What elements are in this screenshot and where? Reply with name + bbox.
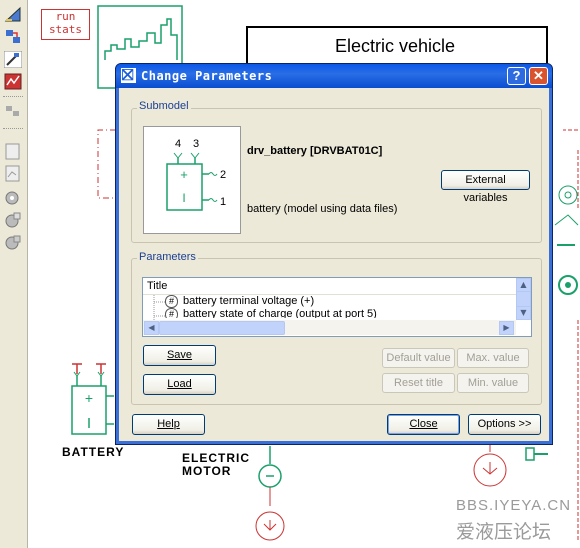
scroll-up-icon[interactable]: ▲ <box>516 278 531 292</box>
battery-label: BATTERY <box>62 445 125 459</box>
submodel-group-label: Submodel <box>137 100 191 112</box>
toolbar-separator <box>3 128 23 129</box>
parameter-row[interactable]: # battery state of charge (output at por… <box>165 308 517 318</box>
default-value-button[interactable]: Default value <box>382 348 455 368</box>
dialog-client-area: Submodel 4 3 + I 2 1 drv_battery [DRVBAT… <box>119 88 549 441</box>
dialog-app-icon <box>121 68 136 83</box>
submodel-description: battery (model using data files) <box>247 203 398 215</box>
max-value-button[interactable]: Max. value <box>457 348 529 368</box>
parameters-list[interactable]: Title # battery terminal voltage (+) # b… <box>142 277 532 337</box>
save-button-label: Save <box>166 349 193 361</box>
port-label-4: 4 <box>175 138 181 150</box>
dialog-title: Change Parameters <box>141 69 273 83</box>
group-icon[interactable] <box>4 103 22 120</box>
column-title-header[interactable]: Title <box>147 280 167 292</box>
gear-search-icon[interactable] <box>4 190 22 207</box>
reset-title-button[interactable]: Reset title <box>382 373 455 393</box>
dialog-titlebar[interactable]: Change Parameters ? ✕ <box>116 64 552 88</box>
help-button-label: Help <box>157 418 180 430</box>
titlebar-help-button[interactable]: ? <box>507 67 526 85</box>
parameters-group-label: Parameters <box>137 251 198 263</box>
port-label-3: 3 <box>193 138 199 150</box>
horizontal-scroll-thumb[interactable] <box>159 321 285 335</box>
right-diagram-fragments <box>554 129 579 540</box>
run-stats-label: run stats <box>48 10 83 36</box>
page-icon[interactable] <box>4 143 22 160</box>
scroll-right-icon[interactable]: ▶ <box>499 321 514 335</box>
gear-settings-icon[interactable] <box>4 234 22 251</box>
port-label-1: 1 <box>220 196 226 208</box>
close-button[interactable]: Close <box>387 414 460 435</box>
parameter-row-label: battery terminal voltage (+) <box>183 295 315 307</box>
electric-motor-component[interactable] <box>250 446 290 546</box>
close-button-label: Close <box>409 418 438 430</box>
vertical-scroll-thumb[interactable] <box>516 291 531 307</box>
save-button[interactable]: Save <box>143 345 216 366</box>
parameter-row-icon: # <box>165 295 178 308</box>
plus-sign: + <box>180 167 188 182</box>
minus-sign: I <box>182 191 185 205</box>
watermark-forum-name: 爱液压论坛 <box>456 521 552 543</box>
parameter-row-icon: # <box>165 308 178 318</box>
simulation-mode-icon[interactable] <box>4 73 22 90</box>
left-toolbar <box>0 0 28 548</box>
run-stats-block[interactable]: run stats <box>41 9 90 40</box>
vertical-scrollbar[interactable]: ▲ ▼ <box>516 278 531 320</box>
min-value-button[interactable]: Min. value <box>457 373 529 393</box>
svg-text:+: + <box>85 390 93 406</box>
motor-label-line2: MOTOR <box>182 464 232 478</box>
parameter-row-label: battery state of charge (output at port … <box>183 308 377 318</box>
submodel-icon: 4 3 + I 2 1 <box>143 126 241 234</box>
motor-label: ELECTRIC MOTOR <box>182 452 250 478</box>
load-button[interactable]: Load <box>143 374 216 395</box>
scroll-left-icon[interactable]: ◀ <box>144 321 159 335</box>
parameter-mode-icon[interactable] <box>4 51 22 68</box>
load-button-label: Load <box>167 378 192 390</box>
chart-page-icon[interactable] <box>4 165 22 182</box>
gear-copy-icon[interactable] <box>4 212 22 229</box>
watermark-url: BBS.IYEYA.CN <box>456 497 572 514</box>
load-component[interactable] <box>470 440 550 500</box>
toolbar-separator <box>3 96 23 97</box>
submodel-name: drv_battery [DRVBAT01C] <box>247 145 383 157</box>
options-button[interactable]: Options >> <box>468 414 541 435</box>
submodel-mode-icon[interactable] <box>4 28 22 45</box>
external-variables-button[interactable]: External variables <box>441 170 530 204</box>
horizontal-scrollbar[interactable]: ◀ ▶ <box>143 320 516 335</box>
parameter-row[interactable]: # battery terminal voltage (+) <box>165 295 517 309</box>
scroll-down-icon[interactable]: ▼ <box>516 306 531 320</box>
change-parameters-dialog: Change Parameters ? ✕ Submodel 4 3 + I 2… <box>115 63 553 445</box>
vehicle-title: Electric vehicle <box>334 36 456 56</box>
port-label-2: 2 <box>220 169 226 181</box>
battery-component[interactable]: + <box>66 362 116 442</box>
parameters-list-header: Title <box>143 278 517 295</box>
help-button[interactable]: Help <box>132 414 205 435</box>
titlebar-close-button[interactable]: ✕ <box>529 67 548 85</box>
sketch-mode-icon[interactable] <box>4 6 22 23</box>
